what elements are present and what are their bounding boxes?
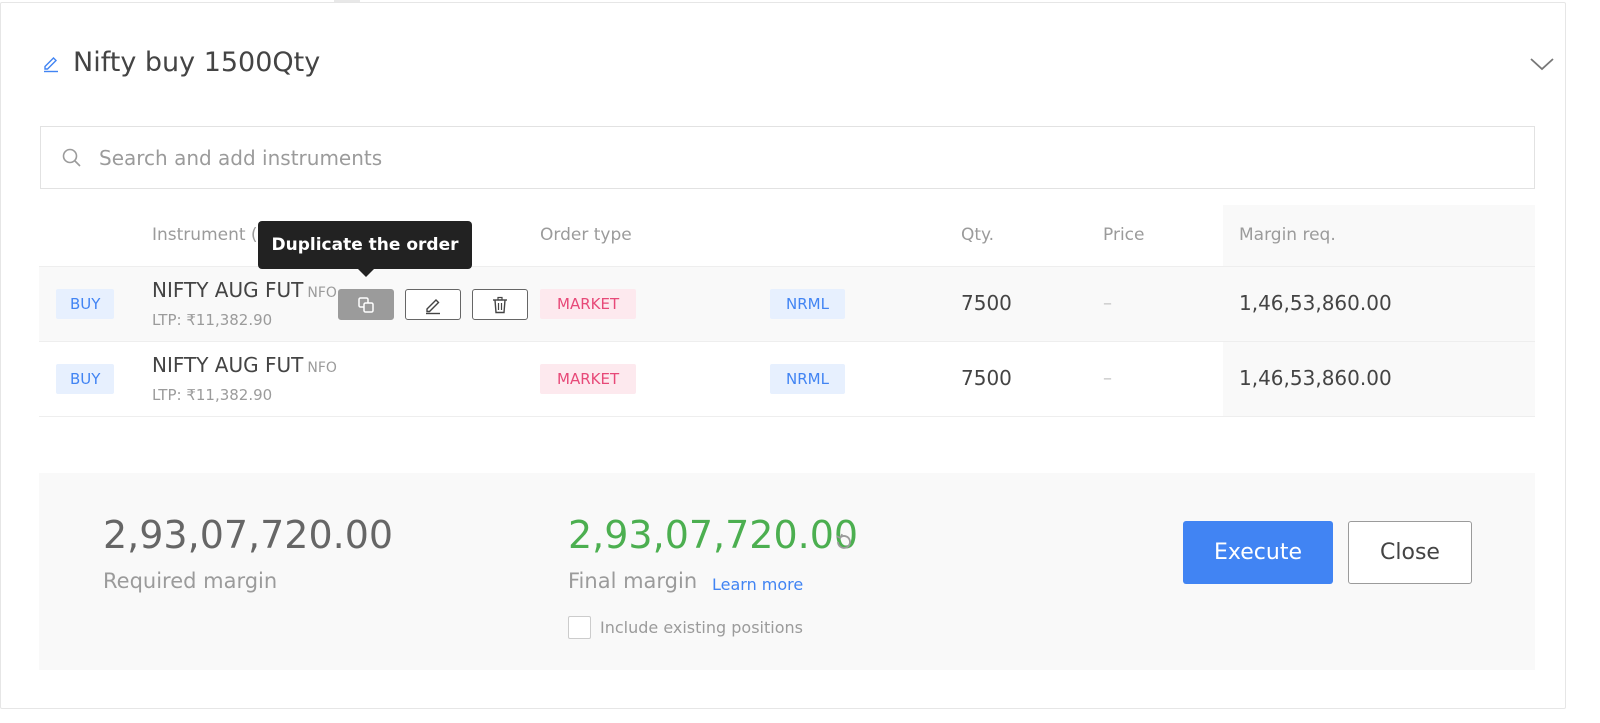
required-margin-label: Required margin — [103, 569, 278, 593]
ltp-label: LTP: ₹11,382.90 — [152, 311, 273, 329]
basket-title-row: Nifty buy 1500Qty — [41, 47, 320, 78]
learn-more-link[interactable]: Learn more — [712, 575, 803, 594]
price-value: – — [1103, 368, 1112, 389]
margin-value: 1,46,53,860.00 — [1239, 291, 1392, 315]
side-badge: BUY — [56, 364, 115, 394]
qty-value: 7500 — [961, 366, 1012, 390]
order-type-badge[interactable]: MARKET — [540, 364, 637, 394]
side-badge: BUY — [56, 289, 115, 319]
close-button[interactable]: Close — [1348, 521, 1472, 584]
edit-order-button[interactable] — [405, 289, 461, 320]
header-order-type: Order type — [540, 225, 632, 245]
exchange-label: NFO — [307, 285, 337, 301]
include-positions-row: Include existing positions — [568, 616, 803, 639]
instrument-name: NIFTY AUG FUT NFO — [152, 278, 337, 302]
exchange-label: NFO — [307, 360, 337, 376]
table-row[interactable]: BUY NIFTY AUG FUT NFO LTP: ₹11,382.90 MAR… — [39, 342, 1535, 417]
include-positions-label: Include existing positions — [600, 618, 803, 637]
edit-icon[interactable] — [41, 52, 63, 74]
ltp-label: LTP: ₹11,382.90 — [152, 386, 273, 404]
header-qty: Qty. — [961, 225, 995, 245]
chevron-down-icon[interactable] — [1527, 51, 1557, 77]
duplicate-button[interactable] — [338, 289, 394, 320]
duplicate-icon — [358, 296, 374, 313]
search-icon — [61, 146, 85, 170]
basket-panel: Nifty buy 1500Qty Instrument (2 / 20) Or… — [0, 2, 1566, 709]
delete-order-button[interactable] — [472, 289, 528, 320]
table-row[interactable]: BUY NIFTY AUG FUT NFO LTP: ₹11,382.90 MAR… — [39, 267, 1535, 342]
pencil-icon — [426, 298, 440, 314]
trash-icon — [493, 296, 507, 313]
basket-title: Nifty buy 1500Qty — [73, 47, 321, 78]
product-badge[interactable]: NRML — [770, 289, 845, 319]
margin-value: 1,46,53,860.00 — [1239, 366, 1392, 390]
qty-value: 7500 — [961, 291, 1012, 315]
include-positions-checkbox[interactable] — [568, 616, 591, 639]
search-box — [40, 126, 1535, 189]
product-badge[interactable]: NRML — [770, 364, 845, 394]
duplicate-tooltip: Duplicate the order — [258, 221, 472, 277]
instrument-symbol: NIFTY AUG FUT — [152, 278, 304, 302]
instrument-symbol: NIFTY AUG FUT — [152, 353, 304, 377]
execute-button[interactable]: Execute — [1183, 521, 1333, 584]
final-margin-label: Final margin — [568, 569, 698, 593]
instrument-name: NIFTY AUG FUT NFO — [152, 353, 337, 377]
required-margin-value: 2,93,07,720.00 — [103, 513, 394, 557]
margin-summary: 2,93,07,720.00 Required margin 2,93,07,7… — [39, 473, 1535, 670]
row-actions — [338, 289, 528, 320]
header-margin: Margin req. — [1239, 225, 1336, 245]
refresh-icon[interactable] — [833, 531, 855, 553]
price-value: – — [1103, 293, 1112, 314]
header-price: Price — [1103, 225, 1145, 245]
order-type-badge[interactable]: MARKET — [540, 289, 637, 319]
final-margin-value: 2,93,07,720.00 — [568, 513, 859, 557]
search-input[interactable] — [99, 145, 1399, 170]
